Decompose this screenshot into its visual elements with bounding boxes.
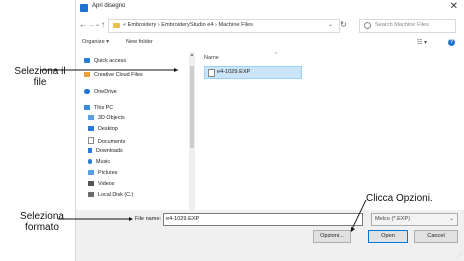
navigation-pane: Quick access Creative Cloud Files OneDri… [76, 52, 189, 260]
sidebar-vertical-scrollbar[interactable]: ▲ [189, 52, 195, 210]
folder-icon [113, 23, 120, 28]
address-path: « Embroidery › EmbroideryStudio e4 › Mac… [123, 22, 253, 28]
command-toolbar: Organize ▾ New folder ☷ ▾ ? [76, 36, 464, 50]
chevron-down-icon[interactable]: ⌄ [449, 215, 454, 222]
sidebar-item-label: Local Disk (C:) [98, 192, 134, 198]
view-options-icon[interactable]: ☷ ▾ [417, 39, 427, 46]
sidebar-item-label: OneDrive [94, 89, 117, 95]
sidebar-item-label: Music [96, 159, 111, 165]
select-format-line-1: Seleziona [20, 211, 64, 222]
cancel-button[interactable]: Cancel [414, 230, 458, 243]
up-arrow-icon[interactable]: ↑ [101, 20, 105, 30]
cube-icon [88, 115, 94, 120]
file-name: e4-1029.EXP [217, 69, 251, 75]
file-row[interactable]: e4-1029.EXP [204, 66, 302, 79]
sidebar-item-local-disk[interactable]: Local Disk (C:) [88, 192, 133, 201]
sidebar-item-label: This PC [94, 105, 114, 111]
desktop-icon [88, 126, 94, 131]
file-name-label: File name: [135, 216, 162, 222]
scrollbar-thumb[interactable] [190, 66, 194, 148]
file-name-value: e4-1029.EXP [166, 216, 200, 222]
sidebar-item-label: Desktop [98, 126, 118, 132]
click-options-callout: Clicca Opzioni. [366, 193, 433, 204]
file-type-value: Melco (*.EXP) [375, 216, 411, 222]
navigation-bar: ← → ⌄ ↑ « Embroidery › EmbroideryStudio … [76, 17, 464, 33]
resize-grip-icon[interactable]: ⋰ [457, 252, 463, 259]
sidebar-item-documents[interactable]: Documents [88, 137, 125, 146]
document-icon [88, 137, 94, 144]
sidebar-item-label: Documents [98, 139, 126, 145]
scroll-up-icon[interactable]: ▲ [189, 52, 195, 58]
sidebar-item-downloads[interactable]: Downloads [88, 148, 123, 157]
select-format-line-2: formato [25, 222, 59, 233]
app-icon [80, 4, 88, 12]
open-design-dialog: Apri disegno ✕ ← → ⌄ ↑ « Embroidery › Em… [75, 0, 464, 261]
cloud-icon [84, 89, 90, 94]
sidebar-item-desktop[interactable]: Desktop [88, 126, 118, 135]
computer-icon [84, 105, 90, 110]
creative-cloud-icon [84, 72, 90, 77]
sidebar-item-label: Pictures [98, 170, 118, 176]
file-list-pane: Name ^ e4-1029.EXP [201, 52, 459, 210]
select-file-callout: Seleziona il file [2, 66, 78, 88]
file-name-input[interactable]: e4-1029.EXP [163, 213, 363, 226]
refresh-icon[interactable]: ↻ [340, 20, 347, 29]
close-icon[interactable]: ✕ [450, 1, 458, 13]
sidebar-item-quick-access[interactable]: Quick access [84, 58, 126, 67]
sidebar-item-label: Creative Cloud Files [94, 72, 143, 78]
help-icon[interactable]: ? [448, 39, 455, 46]
file-icon [208, 69, 215, 77]
select-file-line-2: file [33, 77, 47, 88]
search-box[interactable]: Search Machine Files [359, 19, 456, 33]
column-header-name[interactable]: Name [204, 55, 219, 61]
sidebar-item-videos[interactable]: Videos [88, 181, 114, 190]
sidebar-item-onedrive[interactable]: OneDrive [84, 89, 117, 98]
sidebar-item-label: 3D Objects [98, 115, 125, 121]
new-folder-button[interactable]: New folder [126, 39, 153, 45]
address-bar[interactable]: « Embroidery › EmbroideryStudio e4 › Mac… [108, 19, 340, 33]
sidebar-item-pictures[interactable]: Pictures [88, 170, 117, 179]
options-button[interactable]: Opzioni... [313, 230, 351, 243]
dialog-footer: File name: e4-1029.EXP Melco (*.EXP) ⌄ O… [76, 210, 464, 261]
forward-arrow-icon[interactable]: → [87, 20, 95, 30]
window-title: Apri disegno [92, 3, 126, 9]
sidebar-item-3d-objects[interactable]: 3D Objects [88, 115, 125, 124]
sidebar-item-creative-cloud[interactable]: Creative Cloud Files [84, 72, 143, 81]
open-button[interactable]: Open [368, 230, 408, 243]
sidebar-item-this-pc[interactable]: This PC [84, 105, 113, 114]
organize-button[interactable]: Organize ▾ [82, 39, 109, 45]
sidebar-item-label: Downloads [96, 148, 123, 154]
music-icon [88, 159, 92, 164]
download-icon [88, 148, 92, 153]
star-icon [84, 58, 90, 63]
back-arrow-icon[interactable]: ← [79, 20, 87, 30]
recent-locations-icon[interactable]: ⌄ [95, 20, 100, 30]
select-file-line-1: Seleziona il [14, 66, 66, 77]
select-format-callout: Seleziona formato [2, 211, 82, 233]
search-placeholder: Search Machine Files [375, 22, 429, 28]
file-type-select[interactable]: Melco (*.EXP) ⌄ [371, 213, 458, 226]
disk-icon [88, 192, 94, 197]
sort-arrow-icon: ^ [275, 52, 278, 58]
sidebar-item-label: Quick access [94, 58, 127, 64]
title-bar: Apri disegno ✕ [76, 0, 464, 16]
chevron-down-icon[interactable]: ⌄ [328, 21, 333, 28]
sidebar-item-music[interactable]: Music [88, 159, 110, 168]
sidebar-item-label: Videos [98, 181, 115, 187]
video-icon [88, 181, 94, 186]
picture-icon [88, 170, 94, 175]
search-icon [364, 22, 371, 29]
